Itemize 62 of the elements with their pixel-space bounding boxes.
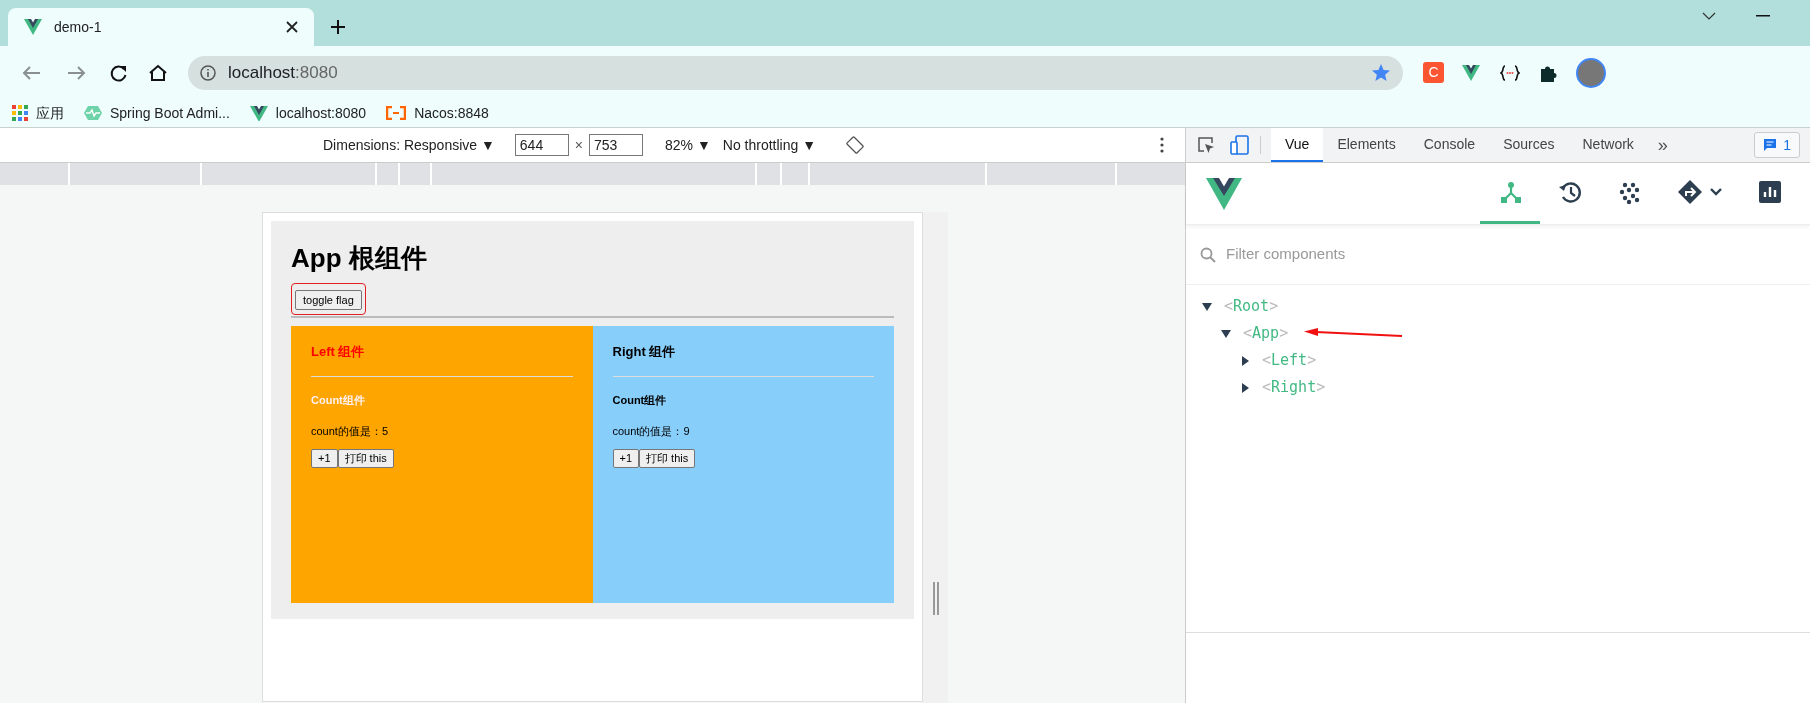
- devtools-tab[interactable]: Network: [1568, 128, 1648, 162]
- filter-field[interactable]: Filter components: [1226, 243, 1796, 266]
- bookmark-link[interactable]: localhost:8080: [249, 102, 367, 124]
- bar-chart-icon: [1757, 179, 1783, 205]
- collapsed-arrow-icon[interactable]: [1240, 382, 1250, 393]
- throttling-dropdown[interactable]: No throttling ▼: [722, 134, 817, 156]
- resize-handle[interactable]: [932, 582, 939, 615]
- vue-logo-icon: [1206, 177, 1242, 210]
- avatar[interactable]: [1576, 57, 1606, 88]
- panel-title: Right 组件: [612, 343, 677, 361]
- new-tab-icon[interactable]: [330, 19, 346, 35]
- apps-grid-icon: [12, 105, 28, 121]
- address-bar[interactable]: localhost:8080: [188, 55, 1403, 90]
- vue-logo-icon[interactable]: [1462, 63, 1482, 82]
- bookmark-link[interactable]: Spring Boot Admi...: [84, 102, 230, 124]
- expanded-arrow-icon[interactable]: [1202, 301, 1212, 312]
- count-title: Count组件: [612, 393, 668, 408]
- zoom-dropdown[interactable]: 82% ▼: [665, 134, 711, 156]
- action-button[interactable]: +1: [612, 449, 640, 468]
- collapsed-arrow-icon[interactable]: [1240, 355, 1250, 366]
- route-sign-icon: [1677, 179, 1723, 205]
- braces-icon[interactable]: [1500, 63, 1520, 82]
- close-icon[interactable]: [286, 21, 298, 33]
- action-button[interactable]: 打印 this: [639, 449, 696, 468]
- history-icon: [1557, 179, 1583, 205]
- devtools-tab[interactable]: Vue: [1271, 128, 1324, 162]
- pulse-icon: [84, 105, 102, 121]
- panel-title: Left 组件: [311, 343, 366, 361]
- toggle-button[interactable]: toggle flag: [295, 290, 362, 311]
- height-field[interactable]: 753: [589, 134, 643, 156]
- count-text: count的值是：5: [311, 424, 390, 439]
- action-button[interactable]: 打印 this: [337, 449, 394, 468]
- times-sign: ×: [574, 135, 583, 155]
- devtools-tab[interactable]: Elements: [1323, 128, 1410, 162]
- bookmark-link[interactable]: Nacos:8848: [386, 102, 489, 124]
- star-icon[interactable]: [1371, 62, 1391, 83]
- vue-logo-icon: [249, 105, 268, 121]
- more-tabs-button[interactable]: »: [1647, 128, 1678, 162]
- browser-tab[interactable]: demo-1: [8, 8, 314, 46]
- tab-title: demo-1: [54, 17, 103, 37]
- devtools-tab[interactable]: Sources: [1489, 128, 1569, 162]
- more-menu-icon[interactable]: [1160, 137, 1164, 153]
- issues-button[interactable]: 1: [1754, 132, 1800, 158]
- rotate-icon[interactable]: [846, 136, 865, 154]
- count-title: Count组件: [311, 393, 366, 408]
- inspect-icon[interactable]: [1196, 135, 1216, 155]
- action-button[interactable]: +1: [311, 449, 338, 468]
- info-icon: [200, 64, 216, 81]
- expanded-arrow-icon[interactable]: [1221, 328, 1231, 339]
- devtools-tab[interactable]: Console: [1409, 128, 1490, 162]
- page-heading: App 根组件: [291, 242, 428, 275]
- bookmark-link[interactable]: 应用: [12, 102, 64, 124]
- search-icon: [1200, 246, 1216, 263]
- device-toggle-icon[interactable]: [1230, 135, 1250, 155]
- width-field[interactable]: 644: [514, 134, 569, 156]
- message-icon: [1763, 138, 1778, 152]
- minimize-icon[interactable]: [1756, 15, 1770, 17]
- dimensions-dropdown[interactable]: Dimensions: Responsive ▼: [323, 134, 495, 156]
- nacos-icon: [386, 106, 407, 120]
- count-text: count的值是：9: [612, 424, 691, 439]
- chevron-down-icon[interactable]: [1702, 12, 1716, 20]
- vue-logo-icon: [24, 18, 42, 36]
